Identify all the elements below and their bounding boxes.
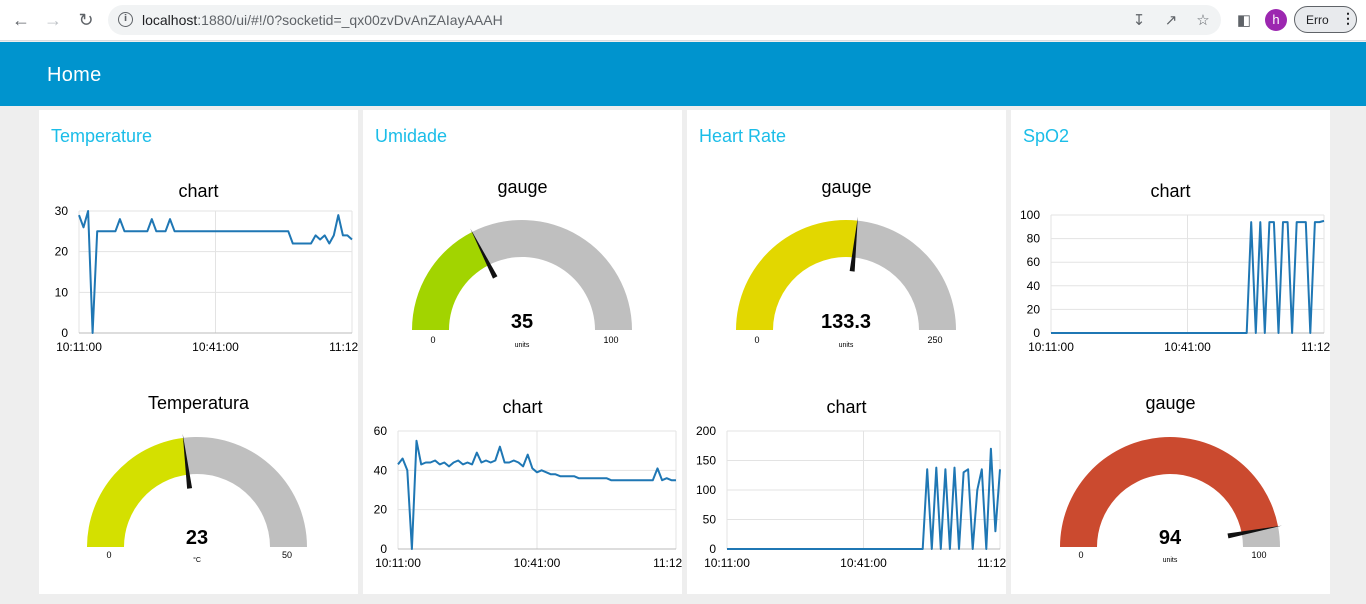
line-chart: 0 20 40 60 80 100 10:11:00 10:41:00 11:12:00 xyxy=(1020,208,1330,354)
x-tick-label: 10:41:00 xyxy=(840,556,887,570)
gauge-title: gauge xyxy=(821,177,872,197)
gauge-max: 250 xyxy=(927,335,942,345)
x-tick-label: 10:11:00 xyxy=(1028,340,1074,354)
gauge-value: 35 xyxy=(511,311,533,333)
y-tick-label: 20 xyxy=(374,503,388,517)
y-tick-label: 60 xyxy=(1027,255,1041,269)
group-title: Heart Rate xyxy=(699,126,787,146)
chart-title: chart xyxy=(502,397,543,417)
line-chart: 0 20 40 60 10:11:00 10:41:00 11:12:00 xyxy=(374,424,682,570)
y-tick-label: 150 xyxy=(696,454,716,468)
gauge: 35 units 0 100 xyxy=(412,220,632,349)
address-bar[interactable]: i localhost:1880/ui/#!/0?socketid=_qx00z… xyxy=(108,5,1221,35)
group-umidade: Umidade gauge 35 units 0 100 chart 0 20 40… xyxy=(363,110,682,594)
gauge-min: 0 xyxy=(754,335,759,345)
gauge-value: 23 xyxy=(186,527,208,549)
x-tick-label: 11:12:00 xyxy=(1301,340,1330,354)
y-tick-label: 200 xyxy=(696,424,716,438)
y-tick-label: 20 xyxy=(55,245,69,259)
x-tick-label: 10:11:00 xyxy=(375,556,421,570)
x-tick-label: 10:41:00 xyxy=(1164,340,1211,354)
y-tick-label: 10 xyxy=(55,285,69,299)
browser-toolbar: ← → ↻ i localhost:1880/ui/#!/0?socketid=… xyxy=(0,0,1366,41)
star-icon[interactable]: ☆ xyxy=(1194,11,1212,29)
y-tick-label: 40 xyxy=(1027,279,1041,293)
group-title: Temperature xyxy=(51,126,153,146)
group-spo2: SpO2 chart 0 20 40 60 80 100 10:11:00 10:41:00 1… xyxy=(1011,110,1330,594)
x-tick-label: 11:12:00 xyxy=(329,340,358,354)
chart-title: chart xyxy=(826,397,867,417)
avatar[interactable]: h xyxy=(1265,9,1287,31)
forward-icon[interactable]: → xyxy=(41,8,65,32)
gauge: 133.3 units 0 250 xyxy=(736,216,956,349)
chart-title: chart xyxy=(1150,181,1191,201)
error-button[interactable]: Erro ⋮ xyxy=(1294,6,1357,33)
y-tick-label: 30 xyxy=(55,205,69,218)
y-tick-label: 0 xyxy=(1033,326,1040,340)
gauge-max: 100 xyxy=(1251,550,1266,560)
x-tick-label: 10:11:00 xyxy=(704,556,750,570)
y-tick-label: 100 xyxy=(696,483,716,497)
gauge-units: units xyxy=(515,342,530,349)
x-tick-label: 10:41:00 xyxy=(514,556,561,570)
gauge-fill xyxy=(87,437,188,547)
gauge-units: units xyxy=(839,342,854,349)
y-tick-label: 0 xyxy=(380,542,387,556)
line-chart: 0 50 100 150 200 10:11:00 10:41:00 11:12:00 xyxy=(696,424,1006,570)
y-tick-label: 20 xyxy=(1027,302,1041,316)
gauge-max: 100 xyxy=(603,335,618,345)
sidebar-icon[interactable]: ◧ xyxy=(1235,11,1253,29)
x-tick-label: 11:12:00 xyxy=(653,556,682,570)
gauge-min: 0 xyxy=(1078,550,1083,560)
gauge-fill xyxy=(412,231,489,330)
back-icon[interactable]: ← xyxy=(9,8,33,32)
gauge-title: gauge xyxy=(1145,393,1196,413)
y-tick-label: 50 xyxy=(703,513,717,527)
gauge-units: °C xyxy=(193,556,201,564)
gauge-value: 94 xyxy=(1159,527,1182,549)
kebab-menu-icon: ⋮ xyxy=(1341,10,1355,26)
y-tick-label: 0 xyxy=(61,326,68,340)
gauge-value: 133.3 xyxy=(821,311,871,333)
y-tick-label: 40 xyxy=(374,463,388,477)
gauge-max: 50 xyxy=(282,550,292,560)
share-icon[interactable]: ↗ xyxy=(1162,11,1180,29)
x-tick-label: 10:41:00 xyxy=(192,340,239,354)
x-tick-label: 10:11:00 xyxy=(56,340,102,354)
gauge-title: Temperatura xyxy=(147,393,250,413)
gauge: 23 °C 0 50 xyxy=(87,433,307,564)
y-tick-label: 80 xyxy=(1027,232,1041,246)
y-tick-label: 60 xyxy=(374,424,388,438)
line-chart: 0 10 20 30 10:11:00 10:41:00 11:12:00 xyxy=(55,205,358,354)
reload-icon[interactable]: ↻ xyxy=(74,8,98,32)
group-temperature: Temperature chart 0 10 20 30 10:11:00 10:41:0… xyxy=(39,110,358,594)
gauge-min: 0 xyxy=(106,550,111,560)
y-tick-label: 100 xyxy=(1020,208,1040,222)
install-icon[interactable]: ↧ xyxy=(1130,11,1148,29)
group-title: Umidade xyxy=(375,126,448,146)
group-title: SpO2 xyxy=(1023,126,1070,146)
y-tick-label: 0 xyxy=(709,542,716,556)
gauge-min: 0 xyxy=(430,335,435,345)
group-heart-rate: Heart Rate gauge 133.3 units 0 250 chart… xyxy=(687,110,1006,594)
gauge-title: gauge xyxy=(497,177,548,197)
gauge-units: units xyxy=(1163,557,1178,564)
gauge: 94 units 0 100 xyxy=(1060,437,1282,564)
x-tick-label: 11:12:00 xyxy=(977,556,1006,570)
url-text[interactable]: localhost:1880/ui/#!/0?socketid=_qx00zvD… xyxy=(142,12,503,28)
dashboard-header: Home xyxy=(0,42,1366,106)
page-title: Home xyxy=(47,64,102,86)
chart-title: chart xyxy=(178,181,219,201)
info-icon[interactable]: i xyxy=(118,12,133,27)
